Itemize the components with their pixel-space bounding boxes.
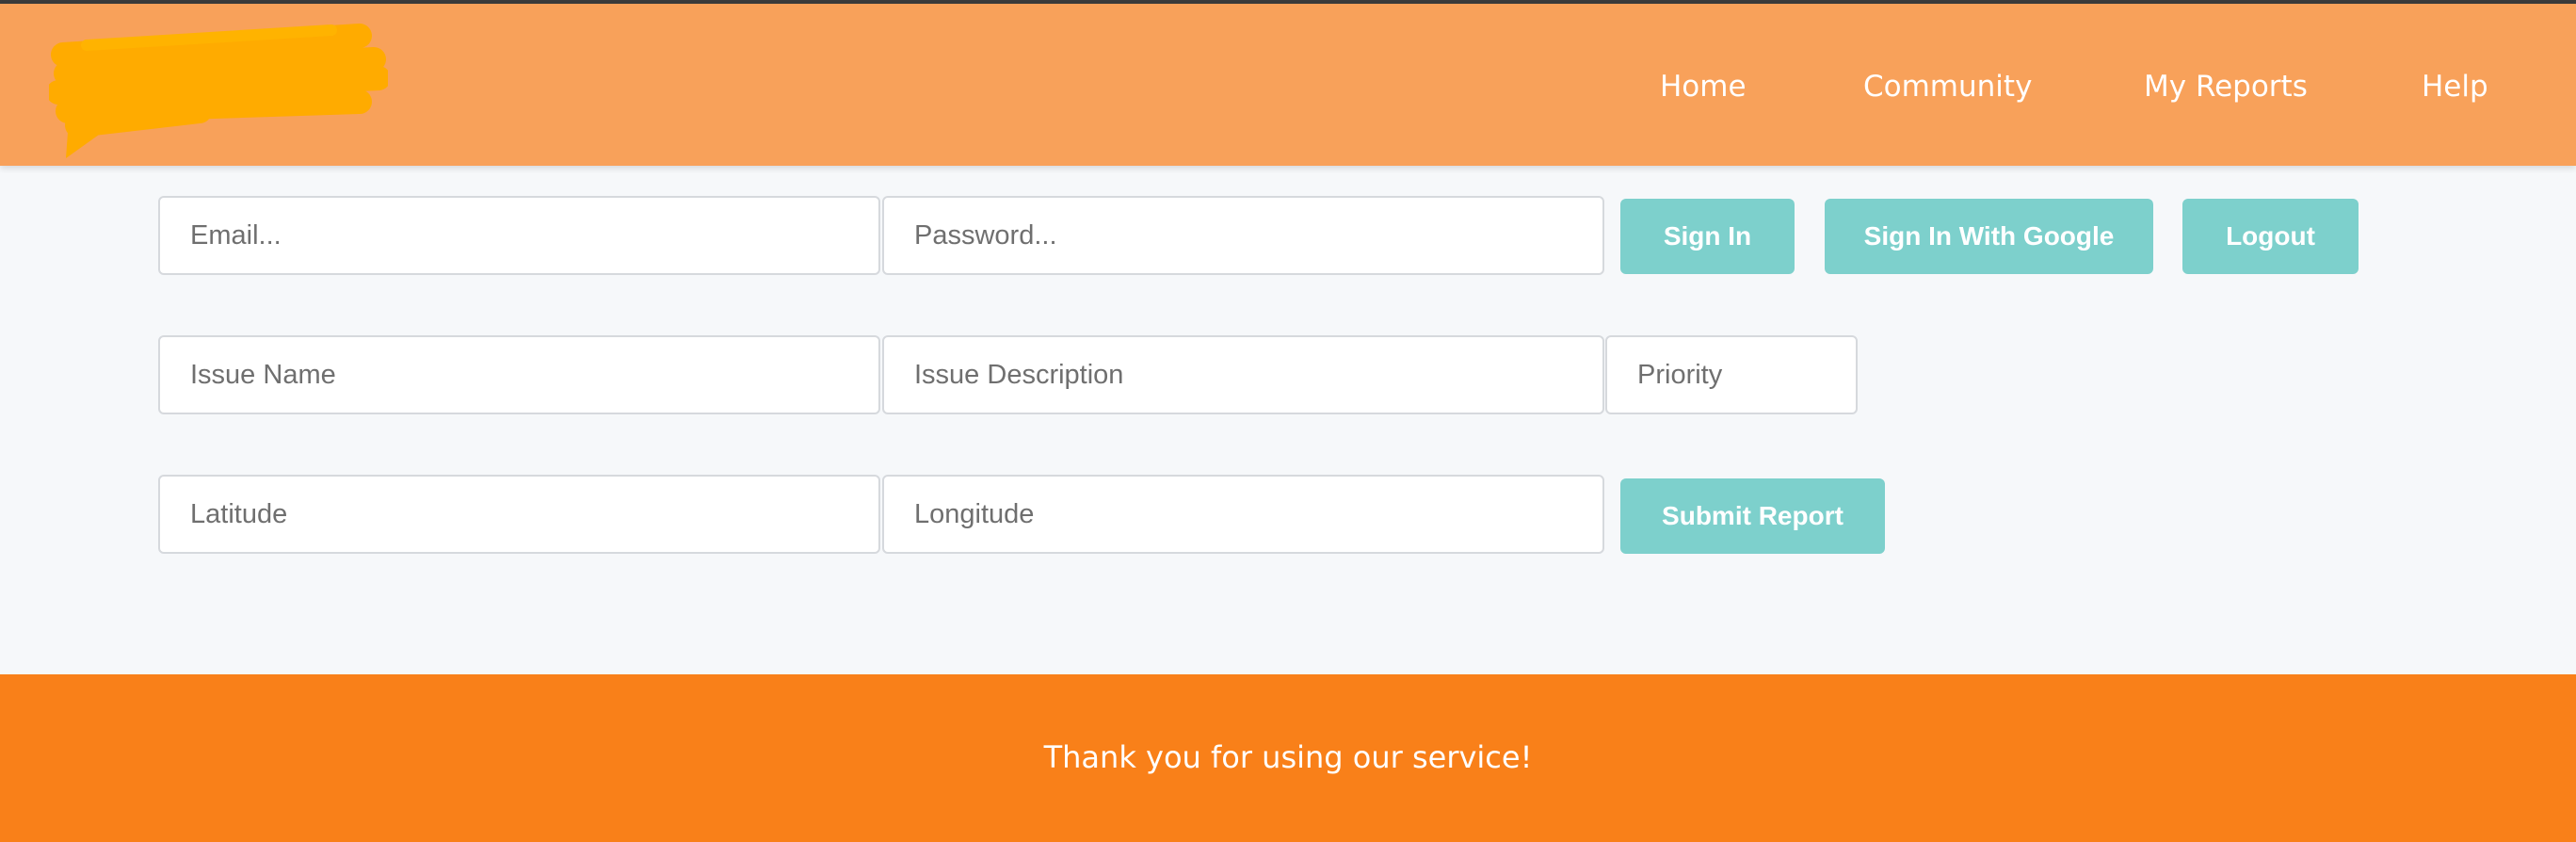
latitude-input[interactable]	[158, 475, 880, 554]
submit-report-button[interactable]: Submit Report	[1620, 478, 1885, 554]
issue-name-input[interactable]	[158, 335, 880, 414]
site-footer: Thank you for using our service!	[0, 674, 2576, 842]
nav-my-reports[interactable]: My Reports	[2144, 70, 2308, 104]
email-input[interactable]	[158, 196, 880, 275]
nav-home[interactable]: Home	[1660, 70, 1747, 104]
logo-redacted-scribble	[49, 24, 388, 158]
logout-button[interactable]: Logout	[2182, 199, 2359, 274]
nav-help[interactable]: Help	[2422, 70, 2488, 104]
footer-message: Thank you for using our service!	[1043, 739, 1533, 775]
priority-input[interactable]	[1605, 335, 1858, 414]
nav-community[interactable]: Community	[1863, 70, 2032, 104]
longitude-input[interactable]	[882, 475, 1604, 554]
sign-in-google-button[interactable]: Sign In With Google	[1825, 199, 2153, 274]
site-header: Home Community My Reports Help	[0, 4, 2576, 166]
sign-in-button[interactable]: Sign In	[1620, 199, 1795, 274]
password-input[interactable]	[882, 196, 1604, 275]
issue-description-input[interactable]	[882, 335, 1604, 414]
